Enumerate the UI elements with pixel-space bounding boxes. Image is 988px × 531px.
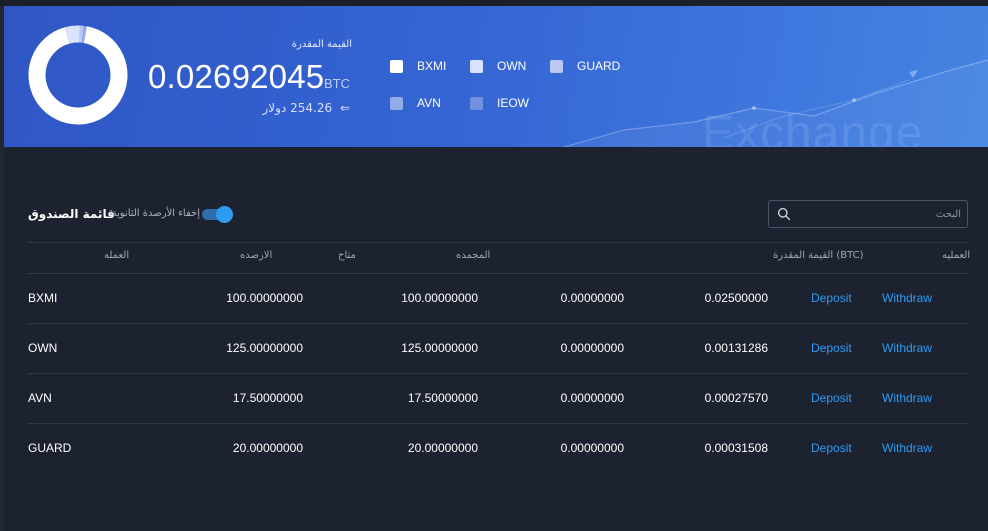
legend-swatch bbox=[390, 96, 403, 110]
arrow-left-icon: ⇐ bbox=[339, 101, 350, 115]
fiat-equivalent: 254.26 دولار ⇐ bbox=[250, 101, 350, 115]
cell-available: 0.00000000 bbox=[560, 441, 624, 455]
legend-item-bxmi: BXMI bbox=[390, 59, 446, 73]
legend-swatch bbox=[470, 96, 483, 110]
column-header-frozen: المجمده bbox=[456, 250, 491, 261]
deposit-link[interactable]: Deposit bbox=[811, 441, 852, 455]
row-divider bbox=[28, 323, 968, 324]
legend-label: OWN bbox=[497, 59, 527, 73]
cell-frozen: 125.00000000 bbox=[401, 341, 478, 355]
wallet-search-box bbox=[768, 200, 968, 228]
table-header-divider bbox=[28, 273, 968, 274]
cell-balance: 125.00000000 bbox=[226, 341, 303, 355]
total-btc-value: 0.02692045 bbox=[148, 58, 325, 95]
exchange-watermark: Exchange bbox=[702, 107, 924, 147]
search-input[interactable] bbox=[797, 208, 965, 220]
withdraw-link[interactable]: Withdraw bbox=[882, 341, 932, 355]
cell-balance: 17.50000000 bbox=[232, 391, 303, 405]
column-header-balance: الارصده bbox=[240, 250, 273, 261]
cell-coin: AVN bbox=[28, 391, 52, 405]
deposit-link[interactable]: Deposit bbox=[811, 341, 852, 355]
cell-frozen: 17.50000000 bbox=[407, 391, 478, 405]
withdraw-link[interactable]: Withdraw bbox=[882, 391, 932, 405]
column-header-actions: العمليه bbox=[942, 250, 971, 261]
hide-small-balances-label: إخفاء الأرصدة الثانوية bbox=[111, 208, 200, 219]
donut-slice-own bbox=[64, 25, 81, 44]
cell-frozen: 100.00000000 bbox=[401, 291, 478, 305]
legend-label: BXMI bbox=[417, 59, 447, 73]
allocation-donut-chart bbox=[28, 25, 128, 125]
cell-balance: 100.00000000 bbox=[226, 291, 303, 305]
cell-btc-value: 0.00131286 bbox=[704, 341, 768, 355]
balance-summary-banner: القيمة المقدرة 0.02692045 BTC 254.26 دول… bbox=[4, 6, 988, 147]
estimated-value-label: القيمة المقدرة bbox=[291, 39, 352, 50]
toggle-knob bbox=[216, 206, 233, 223]
withdraw-link[interactable]: Withdraw bbox=[882, 291, 932, 305]
cell-balance: 20.00000000 bbox=[232, 441, 303, 455]
wallet-list-title: قائمة الصندوق bbox=[28, 207, 115, 221]
cell-coin: OWN bbox=[28, 341, 58, 355]
legend-swatch bbox=[390, 59, 403, 73]
row-divider bbox=[28, 423, 968, 424]
cell-coin: BXMI bbox=[28, 291, 58, 305]
deposit-link[interactable]: Deposit bbox=[811, 391, 852, 405]
withdraw-link[interactable]: Withdraw bbox=[882, 441, 932, 455]
total-btc-unit: BTC bbox=[324, 76, 350, 91]
legend-item-ieow: IEOW bbox=[470, 96, 529, 110]
table-top-divider bbox=[28, 242, 968, 243]
cell-available: 0.00000000 bbox=[560, 291, 624, 305]
column-header-available: متاح bbox=[338, 250, 356, 261]
hide-small-balances-toggle[interactable] bbox=[202, 206, 234, 223]
column-header-currency: العمله bbox=[104, 250, 130, 261]
cell-btc-value: 0.02500000 bbox=[704, 291, 768, 305]
cell-btc-value: 0.00031508 bbox=[704, 441, 768, 455]
cell-available: 0.00000000 bbox=[560, 341, 624, 355]
legend-item-avn: AVN bbox=[390, 96, 441, 110]
donut-slice-bxmi bbox=[28, 26, 128, 125]
row-divider bbox=[28, 373, 968, 374]
fiat-value: 254.26 دولار bbox=[262, 101, 333, 115]
cell-btc-value: 0.00027570 bbox=[704, 391, 768, 405]
legend-label: IEOW bbox=[497, 96, 529, 110]
column-header-btc-value: القيمة المقدرة (BTC) bbox=[773, 250, 864, 261]
legend-item-own: OWN bbox=[470, 59, 526, 73]
cell-frozen: 20.00000000 bbox=[407, 441, 478, 455]
deposit-link[interactable]: Deposit bbox=[811, 291, 852, 305]
legend-swatch bbox=[470, 59, 483, 73]
cell-available: 0.00000000 bbox=[560, 391, 624, 405]
legend-label: AVN bbox=[417, 96, 441, 110]
cell-coin: GUARD bbox=[28, 441, 72, 455]
search-icon bbox=[777, 207, 791, 221]
legend-swatch bbox=[550, 59, 563, 73]
